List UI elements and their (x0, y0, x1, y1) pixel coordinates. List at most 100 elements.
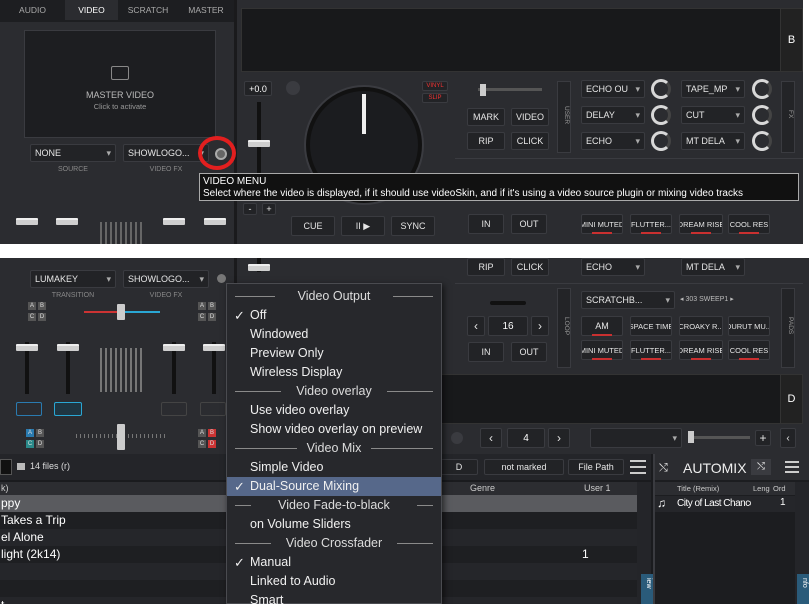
channel-fader-cap[interactable] (163, 344, 185, 351)
video-fx-select-bottom[interactable]: SHOWLOGO... (123, 270, 209, 288)
col-header-user1[interactable]: User 1 (584, 483, 611, 493)
deck-b-select[interactable]: B (36, 429, 44, 437)
deck-c-select[interactable]: C (198, 440, 206, 448)
headphone-icon[interactable] (54, 402, 82, 416)
deck-a-select[interactable]: A (198, 429, 206, 437)
automix-menu-icon[interactable] (785, 461, 799, 473)
pitch-minus[interactable]: - (243, 203, 257, 215)
pad-button[interactable]: CROAKY R... (679, 316, 723, 336)
click-button[interactable]: CLICK (511, 258, 549, 276)
menu-item-simple-video[interactable]: Simple Video (227, 458, 441, 477)
filter-file-path[interactable]: File Path (568, 459, 624, 475)
eject-icon[interactable] (286, 81, 300, 95)
pad-button[interactable]: FLUTTER... (630, 214, 672, 234)
menu-item-show-video-overlay-on-preview[interactable]: Show video overlay on preview (227, 420, 441, 439)
play-pause-button[interactable]: II ▶ (341, 216, 385, 236)
tab-scratch[interactable]: SCRATCH (118, 0, 178, 20)
slip-button[interactable]: SLIP (422, 93, 448, 103)
video-fx-select[interactable]: SHOWLOGO... (123, 144, 209, 162)
sweep-label[interactable]: ◂ 303 SWEEP1 ▸ (680, 295, 734, 303)
tab-master[interactable]: MASTER (178, 0, 234, 20)
pitch-fader-cap[interactable] (248, 140, 270, 147)
fx-select-2[interactable]: DELAY (581, 106, 645, 124)
fx-select-6[interactable]: MT DELA (681, 132, 745, 150)
col-header-genre[interactable]: Genre (470, 483, 495, 493)
deck-c-select[interactable]: C (28, 313, 36, 321)
channel-fader-cap[interactable] (57, 344, 79, 351)
loop-left-d[interactable]: ‹ (480, 428, 502, 448)
transition-select[interactable]: LUMAKEY (30, 270, 116, 288)
add-button[interactable]: + (755, 430, 771, 446)
fader-cap[interactable] (56, 218, 78, 225)
video-button[interactable]: VIDEO (511, 108, 549, 126)
tab-video[interactable]: VIDEO (65, 0, 118, 20)
pad-button[interactable]: DREAM RISE (679, 340, 723, 360)
deck-d-select[interactable]: D (208, 440, 216, 448)
channel-fader-cap[interactable] (16, 344, 38, 351)
vinyl-button[interactable]: VINYL (422, 81, 448, 91)
menu-item-dual-source-mixing[interactable]: ✓ Dual-Source Mixing (227, 477, 441, 496)
fader-cap[interactable] (163, 218, 185, 225)
automix-col-title[interactable]: Title (Remix) (677, 484, 719, 493)
deck-d-select[interactable]: D (38, 313, 46, 321)
transition-slider-red[interactable] (84, 311, 120, 313)
pitch-value[interactable]: +0.0 (244, 81, 272, 96)
pads-side-tab[interactable]: PADS (781, 288, 795, 368)
transition-slider-blue[interactable] (124, 311, 160, 313)
automix-col-length[interactable]: Leng (753, 484, 770, 493)
menu-item-manual[interactable]: ✓ Manual (227, 553, 441, 572)
user-side-tab[interactable]: USER (557, 81, 571, 153)
deck-a-select[interactable]: A (198, 302, 206, 310)
shuffle-icon[interactable]: ⤭ (659, 462, 668, 475)
pad-button[interactable]: FLUTTER... (630, 340, 672, 360)
click-button[interactable]: CLICK (511, 132, 549, 150)
fx-select-1[interactable]: ECHO OU (581, 80, 645, 98)
deck-c-select[interactable]: C (198, 313, 206, 321)
menu-item-on-volume-sliders[interactable]: on Volume Sliders (227, 515, 441, 534)
scratch-select[interactable]: SCRATCHB... (581, 291, 675, 309)
headphone-icon[interactable] (200, 402, 226, 416)
menu-item-use-video-overlay[interactable]: Use video overlay (227, 401, 441, 420)
fx-knob[interactable] (651, 131, 671, 151)
rip-button[interactable]: RIP (467, 258, 505, 276)
deck-b-select[interactable]: B (208, 302, 216, 310)
menu-item-smart[interactable]: Smart (227, 591, 441, 604)
list-menu-icon[interactable] (630, 460, 646, 474)
stop-icon[interactable] (451, 432, 463, 444)
menu-item-wireless-display[interactable]: Wireless Display (227, 363, 441, 382)
deck-d-select[interactable] (590, 428, 682, 448)
col-header-title[interactable]: k) (1, 483, 9, 493)
fx-select-4[interactable]: TAPE_MP (681, 80, 745, 98)
channel-fader-cap[interactable] (203, 344, 225, 351)
loop-side-tab[interactable]: LOOP (557, 288, 571, 368)
fx-knob[interactable] (752, 105, 772, 125)
pad-button[interactable]: COOL RES (728, 214, 770, 234)
deck-d-slider[interactable] (690, 436, 750, 439)
slider-handle[interactable] (478, 88, 542, 91)
transition-slider-cap[interactable] (117, 304, 125, 320)
mark-button[interactable]: MARK (467, 108, 505, 126)
automix-row[interactable]: ♫ City of Last Chances 1 (655, 496, 795, 512)
loop-right-d[interactable]: › (548, 428, 570, 448)
pad-button[interactable]: MINI MUTED (581, 340, 623, 360)
fx-knob[interactable] (651, 105, 671, 125)
automix-shuffle-button[interactable]: ⤭ (751, 459, 771, 475)
in-button[interactable]: IN (468, 342, 504, 362)
fx-select-3[interactable]: ECHO (581, 132, 645, 150)
out-button[interactable]: OUT (511, 342, 547, 362)
loop-value[interactable]: 16 (488, 316, 528, 336)
loop-slider[interactable] (490, 301, 526, 305)
deck-c-select[interactable]: C (26, 440, 34, 448)
pad-button[interactable]: DURUT MU... (728, 316, 770, 336)
menu-item-preview-only[interactable]: Preview Only (227, 344, 441, 363)
cue-button[interactable]: CUE (291, 216, 335, 236)
out-button[interactable]: OUT (511, 214, 547, 234)
fx-knob[interactable] (752, 131, 772, 151)
pad-button[interactable]: MINI MUTED (581, 214, 623, 234)
headphone-icon[interactable] (161, 402, 187, 416)
deck-b-select[interactable]: B (38, 302, 46, 310)
pitch-plus[interactable]: + (262, 203, 276, 215)
search-box[interactable] (0, 459, 12, 475)
deck-a-select[interactable]: A (26, 429, 34, 437)
gear-icon[interactable] (217, 274, 226, 283)
